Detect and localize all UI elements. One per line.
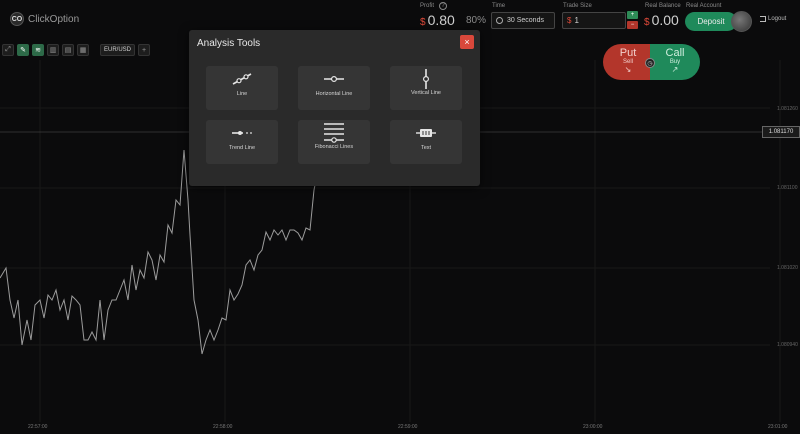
tool-label: Vertical Line [411, 90, 441, 96]
account-label: Real Account [686, 3, 722, 9]
y-tick-label: 1.081260 [777, 106, 798, 112]
asset-selector[interactable]: EUR/USD [100, 44, 136, 56]
deposit-button[interactable]: Deposit [685, 12, 737, 31]
timer-icon: ◷ [645, 58, 655, 68]
tool-horizontal-line[interactable]: Horizontal Line [298, 66, 370, 110]
draw-tool-icon[interactable]: ✎ [17, 44, 29, 56]
time-selector[interactable]: 30 Seconds [491, 12, 555, 29]
profit-percent: 80% [466, 15, 487, 26]
chart-toolbar: ⤢ ✎ ≋ ▥ ▤ ▦ EUR/USD + [2, 44, 151, 56]
brand-logo[interactable]: CO ClickOption [10, 12, 79, 26]
close-button[interactable]: × [460, 35, 474, 49]
horizontal-line-icon [324, 75, 344, 83]
timeframe-icon[interactable]: ▦ [77, 44, 89, 56]
currency-symbol: $ [567, 16, 572, 25]
trading-screen: 1.081260 1.081170 1.081100 1.081020 1.08… [0, 0, 800, 434]
fibonacci-lines-icon [324, 123, 344, 143]
x-tick-label: 23:01:00 [768, 424, 788, 430]
text-icon [416, 129, 436, 137]
increase-button[interactable]: + [627, 11, 638, 19]
profit-amount: 0.80 [427, 12, 455, 28]
add-asset-button[interactable]: + [138, 44, 151, 56]
line-icon [232, 73, 252, 85]
bars-icon[interactable]: ▤ [62, 44, 74, 56]
y-tick-label: 1.080940 [777, 342, 798, 348]
trade-size-value: 1 [574, 16, 579, 25]
profit-value: $0.80 [420, 12, 455, 28]
x-tick-label: 22:58:00 [213, 424, 233, 430]
indicators-icon[interactable]: ≋ [32, 44, 44, 56]
balance-value: $0.00 [644, 12, 679, 28]
y-tick-label: 1.081100 [777, 185, 798, 191]
tool-label: Text [420, 145, 432, 151]
logout-label: Logout [768, 16, 787, 22]
tool-label: Horizontal Line [315, 91, 353, 97]
tool-fibonacci-lines[interactable]: Fibonacci Lines [298, 120, 370, 164]
candles-icon[interactable]: ▥ [47, 44, 59, 56]
currency-symbol: $ [644, 17, 650, 28]
avatar[interactable] [731, 11, 752, 32]
tool-trend-line[interactable]: Trend Line [206, 120, 278, 164]
current-price-tag: 1.081170 [762, 126, 800, 138]
y-tick-label: 1.081020 [777, 265, 798, 271]
help-icon[interactable]: ? [439, 2, 447, 10]
logout-icon [760, 16, 766, 22]
trade-size-stepper: + − [627, 11, 638, 31]
profit-label: Profit [420, 3, 435, 9]
brand-name: ClickOption [28, 13, 80, 25]
decrease-button[interactable]: − [627, 21, 638, 29]
analysis-tools-modal: Analysis Tools × Line Horizontal Line Ve… [189, 30, 480, 186]
tool-text[interactable]: Text [390, 120, 462, 164]
expand-icon[interactable]: ⤢ [2, 44, 14, 56]
x-tick-label: 22:57:00 [28, 424, 48, 430]
trade-size-input[interactable]: $ 1 [562, 12, 626, 29]
tool-label: Trend Line [228, 145, 256, 151]
tool-vertical-line[interactable]: Vertical Line [390, 66, 462, 110]
tool-label: Line [236, 91, 248, 97]
time-label: Time [492, 3, 506, 9]
trend-line-icon [232, 131, 252, 135]
tool-line[interactable]: Line [206, 66, 278, 110]
vertical-line-icon [423, 69, 430, 89]
modal-title: Analysis Tools [197, 38, 261, 49]
clock-icon [496, 17, 503, 24]
currency-symbol: $ [420, 17, 426, 28]
logo-icon: CO [10, 12, 24, 26]
put-label: Put [619, 47, 637, 59]
tool-label: Fibonacci Lines [314, 144, 354, 150]
call-label: Call [665, 47, 685, 59]
x-tick-label: 23:00:00 [583, 424, 603, 430]
x-tick-label: 22:59:00 [398, 424, 418, 430]
balance-amount: 0.00 [651, 12, 679, 28]
logout-button[interactable]: Logout [760, 16, 786, 22]
trade-size-label: Trade Size [563, 3, 592, 9]
call-button[interactable]: Call Buy ↗ [650, 44, 700, 80]
time-value: 30 Seconds [507, 17, 544, 24]
balance-label: Real Balance [645, 3, 681, 9]
arrow-up-icon: ↗ [671, 65, 679, 74]
